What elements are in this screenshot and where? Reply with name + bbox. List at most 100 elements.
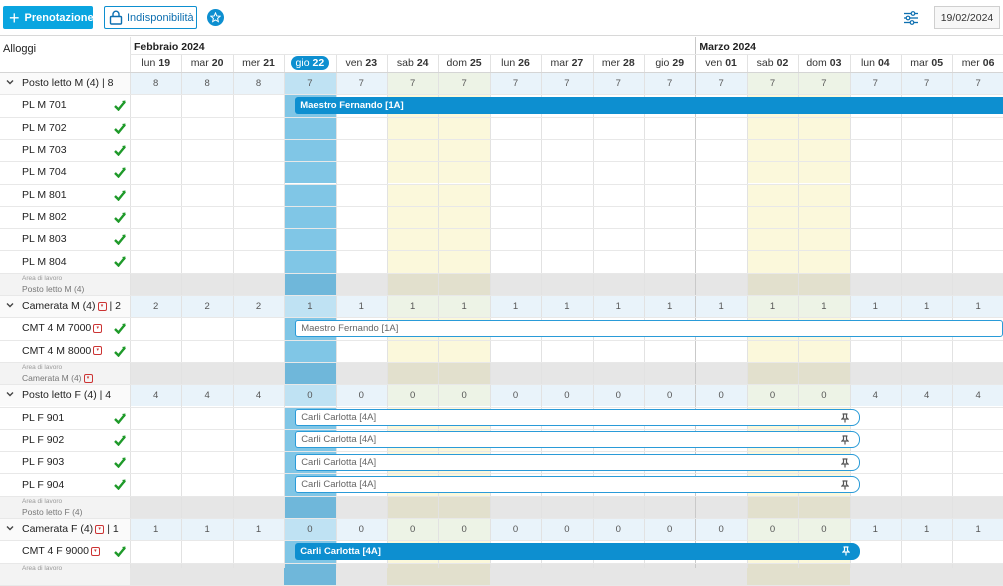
room-label[interactable]: PL F 901: [22, 407, 64, 429]
grid-cell-bg: [746, 339, 799, 362]
group-label-text: Posto letto M (4) | 8: [22, 77, 114, 90]
day-header[interactable]: lun 19: [130, 54, 181, 72]
clean-status-icon: [114, 167, 126, 179]
availability-count: 0: [769, 523, 776, 535]
room-label[interactable]: PL F 904: [22, 473, 64, 495]
room-label[interactable]: CMT 4 F 9000 ▾: [22, 540, 100, 562]
plus-icon: +: [9, 7, 20, 28]
group-label[interactable]: Camerata F (4) ▾ | 1: [22, 518, 119, 540]
chevron-down-icon[interactable]: [5, 300, 15, 310]
favorites-button[interactable]: [207, 9, 224, 26]
room-label[interactable]: PL M 701: [22, 94, 67, 116]
grid-cell-bg: [387, 339, 439, 362]
day-header[interactable]: gio 22: [284, 54, 335, 72]
booking-bar[interactable]: Carli Carlotta [4A]: [295, 409, 860, 426]
room-label[interactable]: PL M 802: [22, 206, 67, 228]
settings-filter-button[interactable]: [901, 8, 921, 28]
booking-bar[interactable]: Maestro Fernando [1A]: [295, 96, 1003, 114]
group-label[interactable]: Posto letto M (4) | 8: [22, 72, 113, 94]
pin-icon[interactable]: [840, 435, 850, 447]
room-name: PL M 704: [22, 166, 67, 179]
day-header-text: gio 29: [655, 57, 684, 69]
room-label[interactable]: PL F 902: [22, 429, 64, 451]
room-label[interactable]: PL M 704: [22, 161, 67, 183]
grid-cell-bg: [335, 495, 387, 518]
month-label: Febbraio 2024: [134, 41, 205, 53]
day-header-text: mar 27: [550, 57, 583, 69]
grid-hline: [0, 138, 1003, 140]
availability-count: 0: [512, 523, 519, 535]
booking-bar[interactable]: Carli Carlotta [4A]: [295, 431, 860, 449]
day-header[interactable]: lun 26: [490, 54, 541, 72]
day-of-week: mer: [601, 57, 620, 69]
chevron-down-icon[interactable]: [5, 389, 15, 399]
grid-cell-bg: [746, 562, 799, 585]
day-header[interactable]: gio 29: [644, 54, 695, 72]
booking-bar[interactable]: Carli Carlotta [4A]: [295, 542, 860, 560]
day-header[interactable]: mar 20: [181, 54, 232, 72]
availability-count: 7: [410, 77, 416, 89]
group-label[interactable]: Camerata M (4) ▾ | 2: [22, 295, 121, 317]
day-header[interactable]: lun 04: [850, 54, 901, 72]
availability-count: 7: [307, 77, 313, 89]
grid-cell-bg: [798, 205, 850, 229]
grid-cell-bg: [438, 339, 490, 362]
grid-cell-bg: [695, 361, 747, 385]
availability-count: 0: [821, 523, 827, 535]
availability-count: 4: [924, 389, 930, 401]
grid-cell-bg: [592, 361, 644, 385]
room-label[interactable]: PL F 903: [22, 451, 64, 473]
info-badge-icon: ▾: [97, 301, 107, 311]
day-header[interactable]: sab 02: [747, 54, 798, 72]
group-label[interactable]: Posto letto F (4) | 4: [22, 384, 111, 406]
day-number: 21: [263, 57, 275, 69]
booking-bar[interactable]: Carli Carlotta [4A]: [295, 453, 860, 471]
day-header[interactable]: mer 21: [233, 54, 284, 72]
room-name: PL F 901: [22, 411, 65, 424]
room-label[interactable]: PL M 801: [22, 184, 67, 206]
booking-label: Carli Carlotta [4A]: [301, 434, 377, 446]
day-header[interactable]: ven 01: [695, 54, 746, 72]
room-label[interactable]: CMT 4 M 7000 ▾: [22, 317, 103, 339]
chevron-down-icon[interactable]: [5, 523, 15, 533]
pin-icon[interactable]: [840, 457, 850, 470]
day-header[interactable]: ven 23: [336, 54, 387, 72]
availability-count: 1: [512, 300, 519, 312]
chevron-down-icon[interactable]: [5, 77, 15, 87]
availability-count: 7: [872, 77, 878, 89]
booking-bar[interactable]: Maestro Fernando [1A]: [295, 319, 1003, 337]
day-header-text: mar 20: [191, 57, 224, 69]
new-booking-button[interactable]: + Prenotazione: [3, 6, 94, 29]
availability-count: 0: [410, 523, 416, 535]
day-of-week: lun: [860, 57, 875, 69]
room-label[interactable]: PL M 804: [22, 250, 67, 272]
room-name: CMT 4 F 9000: [22, 545, 89, 558]
availability-count: 0: [667, 523, 673, 535]
grid-hline: [0, 428, 1003, 430]
booking-bar[interactable]: Carli Carlotta [4A]: [295, 475, 860, 493]
day-header[interactable]: dom 03: [798, 54, 849, 72]
day-header[interactable]: mer 06: [952, 54, 1003, 72]
day-number: 22: [312, 57, 325, 69]
room-label[interactable]: CMT 4 M 8000 ▾: [22, 340, 103, 362]
day-header[interactable]: mar 05: [901, 54, 952, 72]
date-input[interactable]: 19/02/2024: [934, 6, 1000, 29]
day-number: 02: [776, 57, 789, 69]
availability-count: 0: [307, 389, 313, 401]
availability-count: 0: [564, 523, 570, 535]
day-header[interactable]: sab 24: [387, 54, 438, 72]
room-label[interactable]: PL M 703: [22, 139, 67, 161]
pin-icon[interactable]: [840, 480, 850, 492]
room-label[interactable]: PL M 803: [22, 228, 67, 250]
pin-icon[interactable]: [840, 413, 850, 425]
availability-count: 1: [872, 300, 878, 312]
pin-icon[interactable]: [841, 546, 851, 558]
work-area-label: Area di lavoro Camerata M (4) ▾: [22, 363, 93, 384]
day-header-text: dom 03: [806, 57, 841, 69]
room-label[interactable]: PL M 702: [22, 117, 67, 139]
day-header[interactable]: dom 25: [438, 54, 489, 72]
grid-cell-bg: [798, 183, 850, 206]
day-header[interactable]: mar 27: [541, 54, 592, 72]
day-header[interactable]: mer 28: [593, 54, 644, 72]
unavailability-button[interactable]: Indisponibilità: [104, 6, 197, 29]
